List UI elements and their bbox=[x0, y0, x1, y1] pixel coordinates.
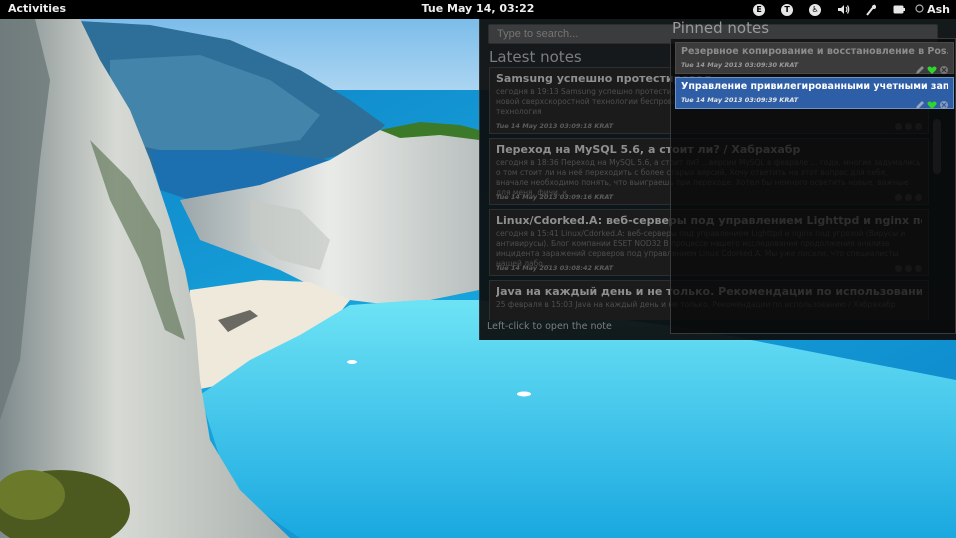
unpin-icon[interactable] bbox=[939, 60, 949, 74]
battery-icon[interactable] bbox=[885, 2, 913, 17]
heart-icon[interactable] bbox=[927, 95, 937, 109]
note-date: Tue 14 May 2013 03:09:16 KRAT bbox=[496, 193, 614, 201]
user-name: Ash bbox=[927, 3, 950, 16]
e-indicator-icon[interactable]: E bbox=[745, 2, 773, 17]
edit-icon[interactable] bbox=[915, 60, 925, 74]
pinned-note-date: Tue 14 May 2013 03:09:39 KRAT bbox=[681, 96, 799, 104]
pinned-notes-panel: Резервное копирование и восстановление в… bbox=[670, 38, 956, 334]
user-status-icon bbox=[915, 3, 924, 16]
heart-icon[interactable] bbox=[927, 60, 937, 74]
edit-icon[interactable] bbox=[915, 95, 925, 109]
pinned-notes-heading: Pinned notes bbox=[672, 19, 770, 37]
unpin-icon[interactable] bbox=[939, 95, 949, 109]
pinned-note-actions bbox=[915, 60, 949, 74]
network-icon[interactable] bbox=[857, 2, 885, 17]
accessibility-icon[interactable]: ♿ bbox=[801, 2, 829, 17]
note-date: Tue 14 May 2013 03:08:42 KRAT bbox=[496, 264, 614, 272]
pinned-note-selected[interactable]: Управление привилегированными учетными з… bbox=[675, 77, 954, 109]
volume-icon[interactable] bbox=[829, 2, 857, 17]
pinned-note-actions bbox=[915, 95, 949, 109]
note-date: Tue 14 May 2013 03:09:18 KRAT bbox=[496, 122, 614, 130]
system-tray: E T ♿ Ash bbox=[745, 2, 950, 17]
top-bar: Activities Tue May 14, 03:22 E T ♿ Ash bbox=[0, 0, 956, 19]
latest-notes-heading: Latest notes bbox=[489, 48, 582, 66]
open-note-hint: Left-click to open the note bbox=[487, 321, 612, 332]
user-menu[interactable]: Ash bbox=[915, 3, 950, 16]
t-indicator-icon[interactable]: T bbox=[773, 2, 801, 17]
pinned-note-date: Tue 14 May 2013 03:09:30 KRAT bbox=[681, 61, 799, 69]
pinned-note[interactable]: Резервное копирование и восстановление в… bbox=[675, 42, 954, 74]
pinned-note-title: Резервное копирование и восстановление в… bbox=[681, 46, 948, 57]
pinned-note-title: Управление привилегированными учетными з… bbox=[681, 81, 948, 92]
